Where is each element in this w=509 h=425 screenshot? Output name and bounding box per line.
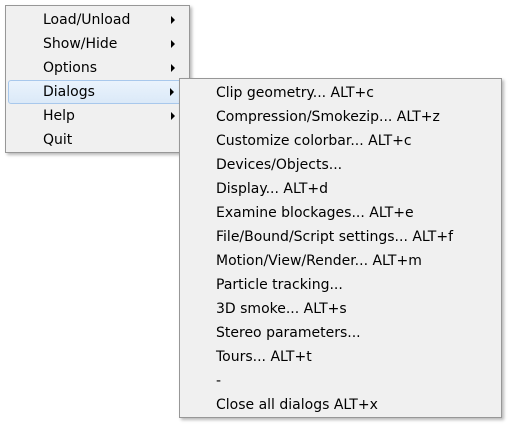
- submenu-item-close-all-dialogs[interactable]: Close all dialogs ALT+x: [180, 393, 501, 417]
- submenu-item-file-bound-script-settings[interactable]: File/Bound/Script settings... ALT+f: [180, 225, 501, 249]
- submenu-item-dash[interactable]: -: [180, 369, 501, 393]
- menu-item-options[interactable]: Options: [8, 56, 187, 80]
- menu-item-label: Quit: [43, 132, 73, 148]
- menu-item-dialogs[interactable]: Dialogs: [8, 80, 187, 104]
- submenu-arrow-icon: [170, 88, 174, 96]
- submenu-item-3d-smoke[interactable]: 3D smoke... ALT+s: [180, 297, 501, 321]
- menu-item-label: Show/Hide: [43, 36, 118, 52]
- submenu-item-stereo-parameters[interactable]: Stereo parameters...: [180, 321, 501, 345]
- submenu-item-tours[interactable]: Tours... ALT+t: [180, 345, 501, 369]
- submenu-item-particle-tracking[interactable]: Particle tracking...: [180, 273, 501, 297]
- menu-item-label: Options: [43, 60, 98, 76]
- submenu-arrow-icon: [171, 40, 175, 48]
- submenu-item-compression-smokezip[interactable]: Compression/Smokezip... ALT+z: [180, 105, 501, 129]
- dialogs-submenu: Clip geometry... ALT+c Compression/Smoke…: [179, 78, 502, 418]
- menu-item-show-hide[interactable]: Show/Hide: [8, 32, 187, 56]
- submenu-item-examine-blockages[interactable]: Examine blockages... ALT+e: [180, 201, 501, 225]
- menu-item-help[interactable]: Help: [8, 104, 187, 128]
- submenu-item-clip-geometry[interactable]: Clip geometry... ALT+c: [180, 81, 501, 105]
- submenu-item-motion-view-render[interactable]: Motion/View/Render... ALT+m: [180, 249, 501, 273]
- submenu-item-customize-colorbar[interactable]: Customize colorbar... ALT+c: [180, 129, 501, 153]
- menu-item-label: Load/Unload: [43, 12, 131, 28]
- menu-item-label: Help: [43, 108, 75, 124]
- submenu-arrow-icon: [171, 16, 175, 24]
- menu-item-label: Dialogs: [43, 84, 95, 100]
- menu-item-load-unload[interactable]: Load/Unload: [8, 8, 187, 32]
- submenu-item-display[interactable]: Display... ALT+d: [180, 177, 501, 201]
- submenu-arrow-icon: [171, 64, 175, 72]
- menu-item-quit[interactable]: Quit: [8, 128, 187, 152]
- submenu-arrow-icon: [171, 112, 175, 120]
- main-context-menu: Load/Unload Show/Hide Options Dialogs He…: [5, 5, 190, 153]
- submenu-item-devices-objects[interactable]: Devices/Objects...: [180, 153, 501, 177]
